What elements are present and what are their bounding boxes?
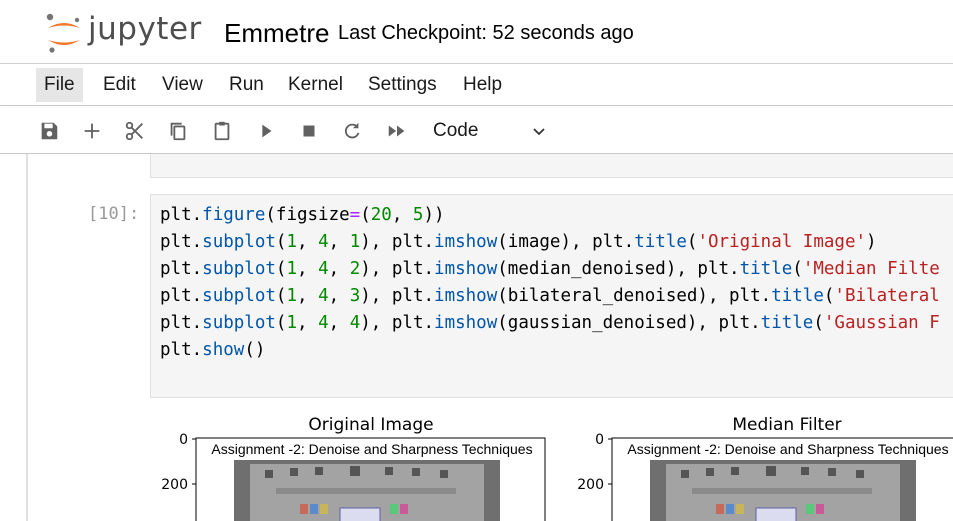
menu-view[interactable]: View <box>154 68 211 102</box>
fast-forward-icon[interactable] <box>384 118 410 144</box>
menu-settings[interactable]: Settings <box>360 68 445 102</box>
plot-2-title: Median Filter <box>732 415 841 435</box>
add-icon[interactable] <box>79 118 105 144</box>
copy-icon[interactable] <box>165 118 191 144</box>
plot-1-image <box>234 460 500 521</box>
plot-2-image-caption: Assignment -2: Denoise and Sharpness Tec… <box>627 441 948 457</box>
plot-2-ytick-label-0: 0 <box>595 432 604 448</box>
jupyter-wordmark[interactable]: jupyter <box>88 11 202 47</box>
paste-icon[interactable] <box>209 118 235 144</box>
menu-file[interactable]: File <box>36 68 83 102</box>
code-line-6[interactable]: plt.show() <box>160 340 265 360</box>
code-line-5[interactable]: plt.subplot(1, 4, 4), plt.imshow(gaussia… <box>160 313 940 333</box>
menu-edit[interactable]: Edit <box>95 68 144 102</box>
menu-help[interactable]: Help <box>455 68 510 102</box>
stop-icon[interactable] <box>296 118 322 144</box>
cell-output-plots: Original Image 0 200 Assignment -2: Deno… <box>161 415 953 521</box>
plot-1-ytick-label-200: 200 <box>161 477 188 493</box>
plot-1-image-caption: Assignment -2: Denoise and Sharpness Tec… <box>211 441 532 457</box>
menu-kernel[interactable]: Kernel <box>280 68 351 102</box>
code-line-3[interactable]: plt.subplot(1, 4, 2), plt.imshow(median_… <box>160 259 940 279</box>
top-header: jupyter Emmetre Last Checkpoint: 52 seco… <box>0 0 953 64</box>
run-icon[interactable] <box>253 118 279 144</box>
jupyter-logo-icon[interactable] <box>44 12 84 54</box>
cell-collapser-bar[interactable] <box>26 154 28 521</box>
menu-bar: File Edit View Run Kernel Settings Help <box>0 64 953 106</box>
code-line-4[interactable]: plt.subplot(1, 4, 3), plt.imshow(bilater… <box>160 286 940 306</box>
code-cell-editor[interactable]: plt.figure(figsize=(20, 5)) plt.subplot(… <box>150 194 953 398</box>
plot-1-ytick-label-0: 0 <box>179 432 188 448</box>
input-prompt: [10]: <box>88 204 140 224</box>
cut-icon[interactable] <box>122 118 148 144</box>
notebook-title[interactable]: Emmetre <box>224 18 329 49</box>
menu-run[interactable]: Run <box>221 68 272 102</box>
save-icon[interactable] <box>36 118 62 144</box>
chevron-down-icon <box>533 128 545 136</box>
plot-2-ytick-label-200: 200 <box>577 477 604 493</box>
notebook-toolbar: Code <box>0 106 953 154</box>
plot-1-title: Original Image <box>308 415 433 435</box>
plot-2-image <box>650 460 916 521</box>
code-line-2[interactable]: plt.subplot(1, 4, 1), plt.imshow(image),… <box>160 232 877 252</box>
previous-cell[interactable] <box>150 154 953 178</box>
notebook-panel[interactable]: [10]: plt.figure(figsize=(20, 5)) plt.su… <box>0 154 953 521</box>
restart-icon[interactable] <box>339 118 365 144</box>
code-line-1[interactable]: plt.figure(figsize=(20, 5)) <box>160 205 445 225</box>
cell-type-value: Code <box>433 120 479 141</box>
checkpoint-status: Last Checkpoint: 52 seconds ago <box>338 22 634 44</box>
cell-type-select[interactable]: Code <box>425 116 555 146</box>
